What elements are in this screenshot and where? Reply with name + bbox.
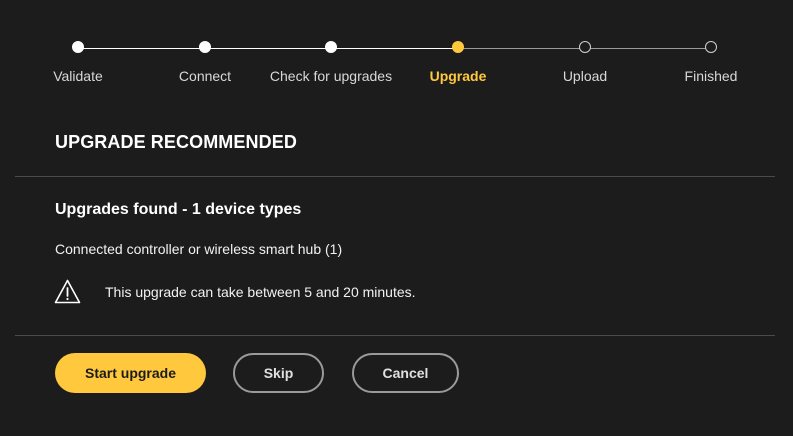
- cancel-button[interactable]: Cancel: [352, 353, 459, 393]
- page-title: UPGRADE RECOMMENDED: [55, 132, 297, 152]
- divider-top: [15, 176, 775, 177]
- step-pending-dot: [705, 41, 717, 53]
- warning-triangle-icon: [54, 279, 81, 304]
- step-done-dot: [72, 41, 84, 53]
- divider-bottom: [15, 335, 775, 336]
- step-done-dot: [325, 41, 337, 53]
- device-type-entry: Connected controller or wireless smart h…: [55, 241, 343, 257]
- upgrades-found-heading: Upgrades found - 1 device types: [55, 201, 302, 218]
- step-label: Finished: [684, 68, 738, 84]
- step-done-dot: [199, 41, 211, 53]
- skip-button[interactable]: Skip: [233, 353, 324, 393]
- start-upgrade-button[interactable]: Start upgrade: [55, 353, 206, 393]
- step-finished: Finished: [631, 40, 791, 84]
- progress-stepper: Validate Connect Check for upgrades Upgr…: [0, 0, 793, 100]
- step-pending-dot: [579, 41, 591, 53]
- step-current-dot: [452, 41, 464, 53]
- warning-message: This upgrade can take between 5 and 20 m…: [105, 284, 416, 300]
